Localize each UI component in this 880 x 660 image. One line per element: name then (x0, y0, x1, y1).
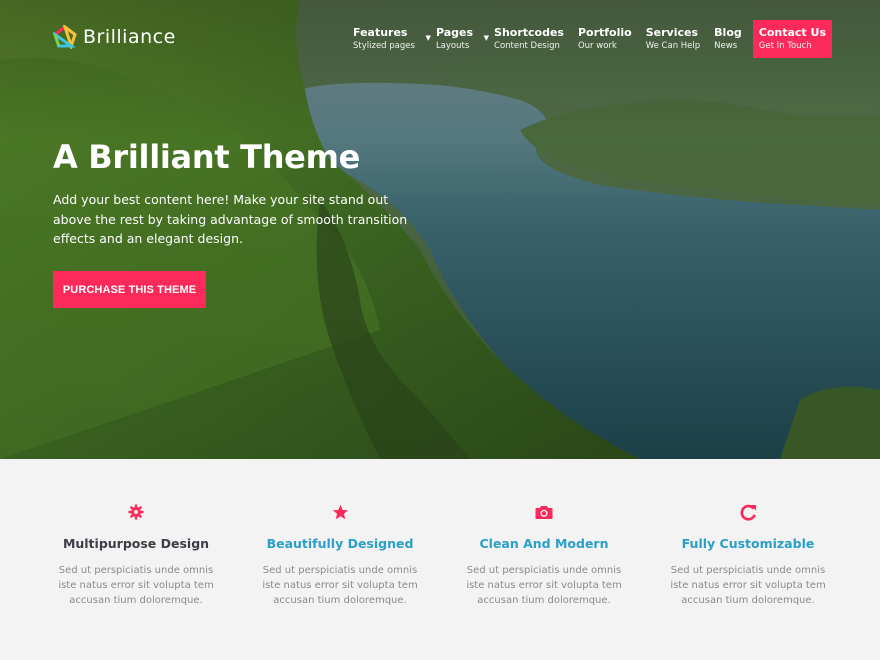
feature-title[interactable]: Fully Customizable (646, 536, 850, 551)
nav-item-subtitle: Layouts (435, 41, 470, 51)
brand-logo[interactable]: Brilliance (53, 25, 176, 49)
nav-item-title: Blog (714, 26, 742, 39)
nav-item-title: Contact Us (758, 26, 826, 39)
refresh-icon (738, 502, 758, 522)
nav-item-portfolio[interactable]: Portfolio Our work (571, 20, 639, 58)
logo-pentagon-icon (53, 25, 77, 49)
hero-description: Add your best content here! Make your si… (53, 192, 408, 246)
feature-text: Sed ut perspiciatis unde omnis iste natu… (58, 565, 214, 606)
nav-item-subtitle: Get In Touch (758, 41, 812, 51)
nav-item-subtitle: Our work (577, 41, 617, 51)
feature-title[interactable]: Beautifully Designed (238, 536, 442, 551)
camera-icon (534, 502, 554, 522)
hero-section: Brilliance Features Stylized pages ▼ Pag… (0, 0, 880, 459)
nav-item-services[interactable]: Services We Can Help (639, 20, 707, 58)
nav-item-title: Shortcodes (494, 26, 564, 39)
nav-item-title: Features (353, 26, 408, 39)
features-section: Multipurpose Design Sed ut perspiciatis … (0, 459, 880, 660)
feature-text: Sed ut perspiciatis unde omnis iste natu… (262, 565, 418, 606)
nav-item-subtitle: News (714, 41, 738, 51)
nav-item-title: Services (645, 26, 698, 39)
nav-item-pages[interactable]: Pages Layouts ▼ (429, 20, 489, 58)
star-icon (330, 502, 350, 522)
nav-item-features[interactable]: Features Stylized pages ▼ (346, 20, 431, 58)
nav-item-subtitle: Stylized pages (353, 41, 415, 51)
feature-text: Sed ut perspiciatis unde omnis iste natu… (466, 565, 622, 606)
nav-item-title: Portfolio (577, 26, 632, 39)
nav-item-subtitle: We Can Help (645, 41, 701, 51)
brand-name: Brilliance (83, 26, 176, 48)
hero-title: A Brilliant Theme (53, 138, 361, 176)
nav-item-subtitle: Content Design (494, 41, 560, 51)
feature-text: Sed ut perspiciatis unde omnis iste natu… (670, 565, 826, 606)
nav-item-shortcodes[interactable]: Shortcodes Content Design (487, 20, 571, 58)
feature-title: Multipurpose Design (62, 536, 210, 551)
nav-item-contact-us[interactable]: Contact Us Get In Touch (752, 20, 832, 58)
nav-item-blog[interactable]: Blog News (707, 20, 749, 58)
purchase-theme-button[interactable]: PURCHASE THIS THEME (53, 271, 206, 308)
gear-icon (126, 502, 146, 522)
feature-title[interactable]: Clean And Modern (442, 536, 646, 551)
main-nav: Features Stylized pages ▼ Pages Layouts … (346, 20, 832, 58)
nav-item-title: Pages (435, 26, 474, 39)
